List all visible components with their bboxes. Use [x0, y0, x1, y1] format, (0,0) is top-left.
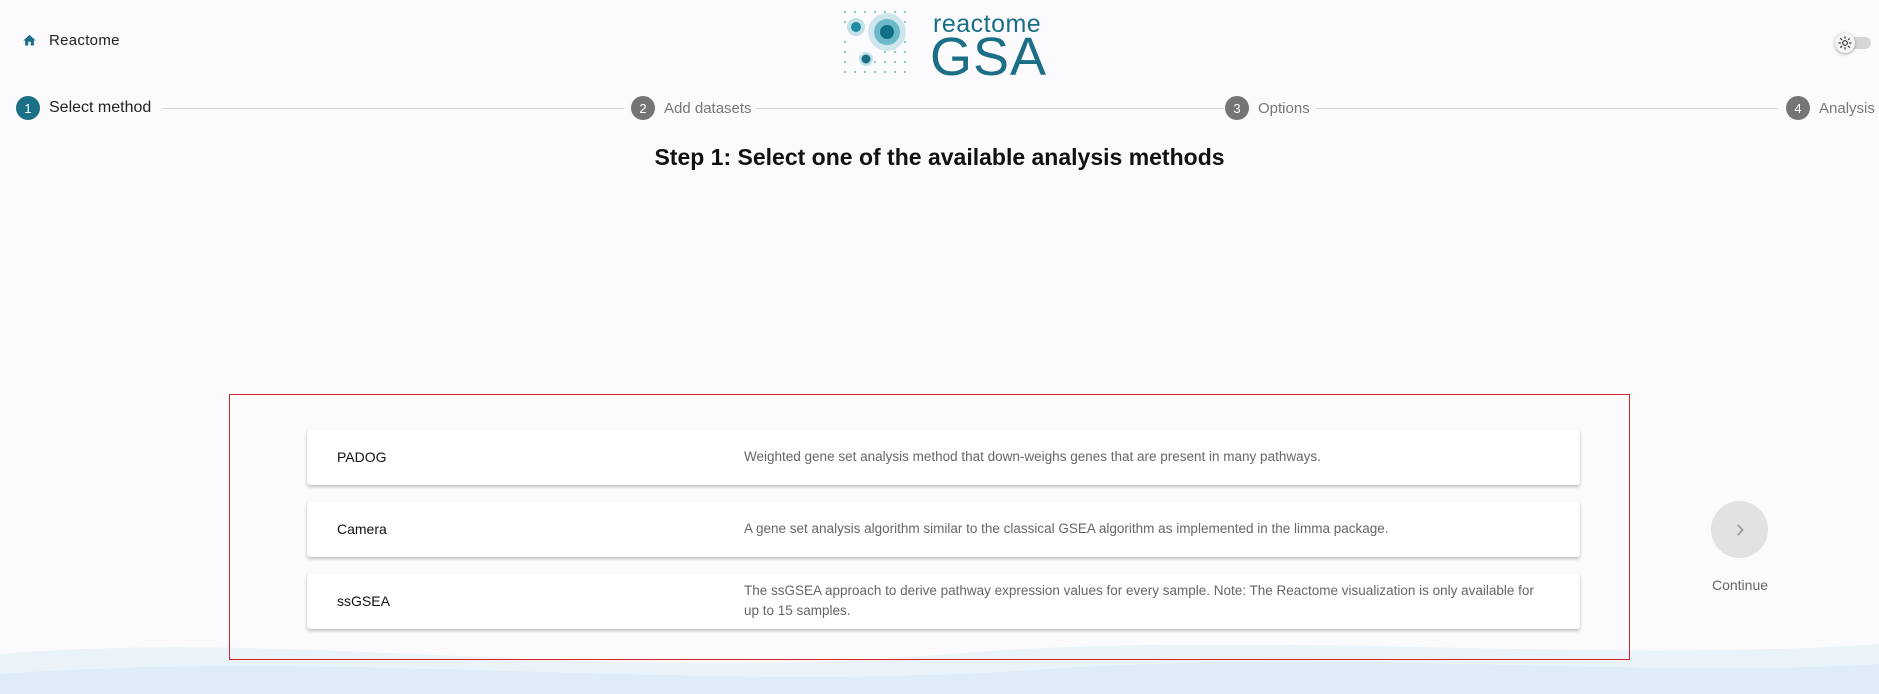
toggle-thumb	[1835, 33, 1855, 53]
theme-toggle[interactable]	[1835, 33, 1873, 53]
step-number: 2	[631, 96, 655, 120]
method-card-padog[interactable]: PADOG Weighted gene set analysis method …	[307, 429, 1580, 485]
logo-text-gsa: GSA	[930, 27, 1048, 87]
stepper: 1 Select method 2 Add datasets 3 Options…	[0, 96, 1879, 122]
home-label: Reactome	[49, 32, 120, 49]
home-link[interactable]: Reactome	[22, 32, 120, 49]
step-number: 1	[16, 96, 40, 120]
sun-icon	[1838, 36, 1852, 50]
step-label: Analysis	[1819, 99, 1875, 117]
step-connector	[756, 108, 1224, 109]
method-name: PADOG	[337, 449, 387, 465]
method-card-camera[interactable]: Camera A gene set analysis algorithm sim…	[307, 501, 1580, 557]
continue-button[interactable]	[1711, 501, 1768, 558]
method-name: Camera	[337, 521, 387, 537]
step-label: Select method	[49, 99, 152, 116]
step-label: Options	[1258, 99, 1310, 117]
step-add-datasets[interactable]: 2 Add datasets	[631, 96, 752, 120]
method-card-ssgsea[interactable]: ssGSEA The ssGSEA approach to derive pat…	[307, 573, 1580, 629]
step-connector	[162, 108, 624, 109]
logo-dots-icon	[843, 10, 907, 74]
page-title: Step 1: Select one of the available anal…	[654, 144, 1225, 170]
step-connector	[1316, 108, 1778, 109]
continue-label: Continue	[1711, 577, 1769, 593]
method-description: A gene set analysis algorithm similar to…	[744, 521, 1389, 536]
chevron-right-icon	[1736, 524, 1743, 535]
reactome-gsa-logo: reactome GSA	[841, 8, 1047, 87]
step-number: 3	[1225, 96, 1249, 120]
home-icon	[23, 34, 36, 46]
step-select-method[interactable]: 1 Select method	[16, 96, 151, 120]
method-description: The ssGSEA approach to derive pathway ex…	[744, 583, 1534, 618]
step-analysis[interactable]: 4 Analysis	[1786, 96, 1875, 120]
method-name: ssGSEA	[337, 593, 390, 609]
method-description: Weighted gene set analysis method that d…	[744, 449, 1321, 464]
step-number: 4	[1786, 96, 1810, 120]
step-options[interactable]: 3 Options	[1225, 96, 1310, 120]
step-label: Add datasets	[664, 99, 752, 117]
